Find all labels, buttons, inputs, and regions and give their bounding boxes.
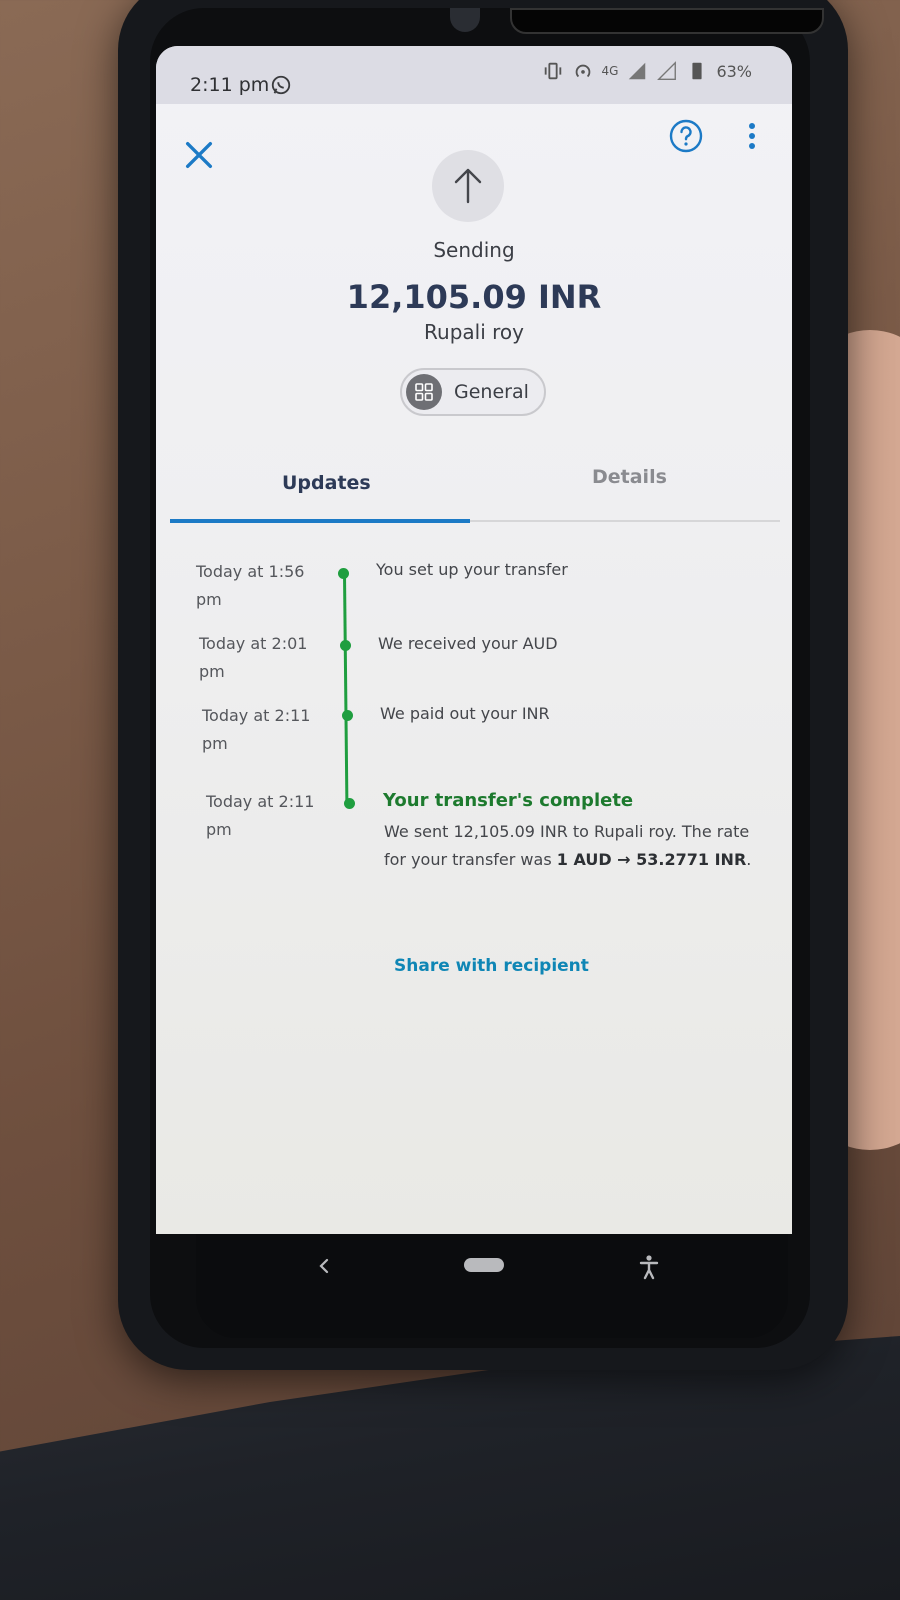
status-time: 2:11 pm [190, 74, 270, 96]
transfer-amount: 12,105.09 INR [346, 278, 602, 316]
sending-status-icon [432, 150, 504, 222]
timeline-dot [338, 568, 349, 579]
app-screen: 2:11 pm 4G 63% Sending 12,105.09 INR Rup… [156, 46, 792, 1234]
earpiece [510, 8, 824, 34]
recipient-name: Rupali roy [424, 320, 524, 344]
transfer-state: Sending [433, 238, 515, 262]
battery-icon [692, 62, 703, 80]
whatsapp-icon [271, 75, 291, 95]
tab-details[interactable]: Details [592, 466, 667, 488]
close-icon[interactable] [182, 138, 216, 172]
timeline-dot [340, 640, 351, 651]
timeline-event: We paid out your INR [380, 704, 550, 723]
hotspot-icon [575, 64, 590, 78]
exchange-rate: 1 AUD → 53.2771 INR [556, 850, 747, 869]
timeline-time: Today at 2:11 pm [202, 706, 311, 753]
grid-icon [406, 374, 442, 410]
category-chip[interactable]: General [400, 368, 546, 416]
timeline-event: We received your AUD [378, 634, 558, 653]
timeline-time: Today at 2:01 pm [199, 634, 308, 681]
timeline-time: Today at 1:56 pm [196, 562, 305, 609]
front-camera [450, 8, 480, 32]
more-vert-icon[interactable] [740, 118, 764, 154]
timeline-event: You set up your transfer [376, 560, 568, 579]
timeline-dot [342, 710, 353, 721]
complete-description-end: . [746, 850, 752, 869]
arrow-up-icon [454, 168, 482, 204]
signal-secondary-icon [657, 61, 677, 80]
system-nav-bar [196, 1234, 788, 1338]
share-with-recipient-link[interactable]: Share with recipient [394, 956, 589, 976]
tab-bar: Updates Details [170, 452, 780, 523]
home-pill-button[interactable] [464, 1258, 504, 1272]
complete-description: We sent 12,105.09 INR to Rupali roy. The… [384, 818, 764, 874]
category-label: General [454, 381, 529, 403]
signal-icon [629, 62, 646, 80]
accessibility-icon[interactable] [638, 1254, 660, 1280]
timeline-time: Today at 2:11 pm [206, 792, 315, 839]
timeline-dot [344, 798, 355, 809]
help-icon[interactable] [668, 118, 704, 154]
timeline-track [343, 573, 349, 805]
complete-title: Your transfer's complete [383, 790, 634, 811]
back-icon[interactable] [314, 1256, 334, 1276]
active-tab-indicator [170, 519, 470, 523]
status-bar: 2:11 pm 4G 63% [156, 46, 792, 104]
battery-level: 63% [716, 61, 752, 81]
tab-updates[interactable]: Updates [282, 472, 371, 494]
status-icons: 4G 63% [542, 60, 752, 82]
network-type: 4G [601, 64, 619, 78]
vibrate-icon [544, 62, 561, 80]
